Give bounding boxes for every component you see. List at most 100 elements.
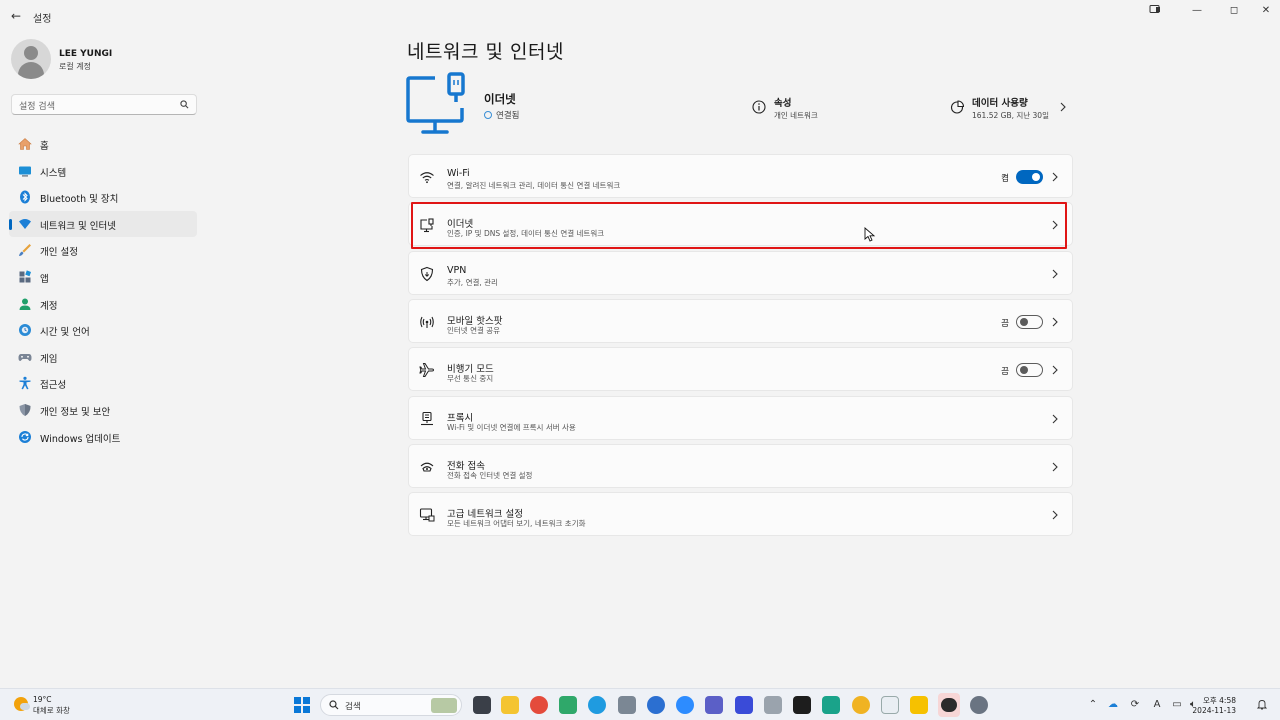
weather-sun-icon[interactable] (14, 697, 30, 711)
network-tray-icon[interactable]: ▭ (1171, 699, 1183, 711)
card-ethernet[interactable]: 이더넷 인증, IP 및 DNS 설정, 데이터 통신 연결 네트워크 (408, 202, 1073, 246)
page-title: 네트워크 및 인터넷 (407, 41, 564, 63)
sidebar-item-label: 시스템 (40, 167, 67, 179)
sidebar-item-windows-update[interactable]: Windows 업데이트 (9, 424, 197, 451)
minimize-button[interactable]: — (1187, 4, 1207, 18)
sidebar-item-label: 네트워크 및 인터넷 (40, 220, 116, 232)
advanced-network-icon (419, 508, 435, 522)
zoom-icon[interactable] (676, 696, 694, 714)
chevron-right-icon (1052, 220, 1058, 230)
search-icon (329, 700, 339, 710)
sidebar-item-apps[interactable]: 앱 (9, 264, 197, 291)
search-highlight-image (431, 698, 457, 713)
sidebar-item-label: 시간 및 언어 (40, 327, 90, 339)
card-advanced-network[interactable]: 고급 네트워크 설정 모든 네트워크 어댑터 보기, 네트워크 초기화 (408, 492, 1073, 536)
sidebar-item-bluetooth[interactable]: Bluetooth 및 장치 (9, 184, 197, 211)
app-icon[interactable] (910, 696, 928, 714)
clock-time[interactable]: 오후 4:58 (1203, 695, 1236, 706)
chevron-up-icon[interactable]: ⌃ (1087, 699, 1099, 711)
weather-description[interactable]: 대체로 화창 (33, 705, 70, 716)
sidebar-item-label: 개인 정보 및 보안 (40, 406, 111, 418)
settings-gear-icon[interactable] (970, 696, 988, 714)
toggle-state-label: 끔 (1001, 319, 1009, 329)
apps-icon (19, 270, 32, 283)
chrome-icon[interactable] (530, 696, 548, 714)
data-usage-link[interactable]: 데이터 사용량 (972, 95, 1028, 109)
card-description: 인증, IP 및 DNS 설정, 데이터 통신 연결 네트워크 (447, 229, 605, 238)
card-description: 전화 접속 인터넷 연결 설정 (447, 471, 533, 480)
bluetooth-icon (20, 190, 30, 204)
connection-name: 이더넷 (484, 92, 516, 106)
sidebar-item-home[interactable]: 홈 (9, 131, 197, 158)
wifi-icon (420, 172, 434, 184)
profile-name: LEE YUNGI (59, 49, 113, 59)
chevron-right-icon (1052, 365, 1058, 375)
airplane-mode-toggle[interactable] (1016, 363, 1043, 377)
weather-temperature[interactable]: 19°C (33, 695, 52, 704)
airplane-icon (419, 363, 435, 377)
app-icon[interactable] (822, 696, 840, 714)
card-title: Wi-Fi (447, 168, 470, 179)
data-usage-subtitle: 161.52 GB, 지난 30일 (972, 111, 1049, 120)
system-icon (19, 166, 31, 177)
app-icon[interactable] (735, 696, 753, 714)
ime-indicator[interactable]: A (1151, 699, 1163, 711)
card-description: 추가, 연결, 관리 (447, 278, 498, 287)
sidebar-item-label: 계정 (40, 300, 58, 312)
notification-bell-icon[interactable] (1257, 699, 1267, 710)
task-view-icon[interactable] (473, 696, 491, 714)
onedrive-icon[interactable]: ☁ (1107, 699, 1119, 711)
notepad-icon[interactable] (559, 696, 577, 714)
chevron-right-icon (1052, 317, 1058, 327)
calendar-icon[interactable] (881, 696, 899, 714)
back-button[interactable]: ← (8, 8, 24, 24)
sidebar-item-gaming[interactable]: 게임 (9, 344, 197, 371)
data-usage-icon[interactable] (950, 100, 964, 114)
card-vpn[interactable]: VPN 추가, 연결, 관리 (408, 251, 1073, 295)
windows-update-icon (19, 430, 31, 443)
taskbar-search[interactable]: 검색 (320, 694, 462, 716)
tablet-mode-icon[interactable] (1145, 4, 1165, 18)
sidebar-item-accessibility[interactable]: 접근성 (9, 370, 197, 397)
properties-link[interactable]: 속성 (774, 95, 791, 109)
teams-icon[interactable] (705, 696, 723, 714)
accounts-icon (19, 298, 31, 310)
sync-icon[interactable]: ⟳ (1129, 699, 1141, 711)
info-icon[interactable] (752, 100, 766, 114)
clock-date[interactable]: 2024-11-13 (1192, 706, 1236, 715)
time-language-icon (19, 324, 31, 337)
toggle-state-label: 켬 (1001, 174, 1009, 184)
card-mobile-hotspot[interactable]: 모바일 핫스팟 인터넷 연결 공유 끔 (408, 299, 1073, 343)
search-input[interactable]: 설정 검색 (11, 94, 197, 115)
start-button[interactable] (294, 697, 310, 713)
sidebar-item-network[interactable]: 네트워크 및 인터넷 (9, 210, 197, 238)
avatar[interactable] (11, 39, 51, 79)
proxy-icon (421, 411, 433, 426)
dialup-icon (420, 462, 434, 472)
sidebar-item-personalization[interactable]: 개인 설정 (9, 237, 197, 264)
home-icon (18, 138, 32, 150)
card-title: VPN (447, 265, 467, 276)
kakaotalk-icon[interactable] (938, 693, 960, 717)
wifi-toggle[interactable] (1016, 170, 1043, 184)
sidebar-item-accounts[interactable]: 계정 (9, 291, 197, 318)
app-icon[interactable] (647, 696, 665, 714)
maximize-button[interactable]: ◻ (1224, 4, 1244, 18)
app-icon[interactable] (764, 696, 782, 714)
hotspot-toggle[interactable] (1016, 315, 1043, 329)
edge-icon[interactable] (588, 696, 606, 714)
card-dial-up[interactable]: 전화 접속 전화 접속 인터넷 연결 설정 (408, 444, 1073, 488)
chevron-right-icon[interactable] (1059, 102, 1067, 112)
app-icon[interactable] (793, 696, 811, 714)
taskbar-search-label: 검색 (345, 702, 361, 712)
card-wifi[interactable]: Wi-Fi 연결, 알려진 네트워크 관리, 데이터 통신 연결 네트워크 켬 (408, 154, 1073, 198)
chrome-icon[interactable] (852, 696, 870, 714)
sidebar-item-system[interactable]: 시스템 (9, 158, 197, 185)
sidebar-item-privacy[interactable]: 개인 정보 및 보안 (9, 397, 197, 424)
card-proxy[interactable]: 프록시 Wi-Fi 및 이더넷 연결에 프록시 서버 사용 (408, 396, 1073, 440)
snipping-tool-icon[interactable] (618, 696, 636, 714)
close-button[interactable]: ✕ (1256, 4, 1276, 18)
file-explorer-icon[interactable] (501, 696, 519, 714)
sidebar-item-time-language[interactable]: 시간 및 언어 (9, 317, 197, 344)
card-airplane-mode[interactable]: 비행기 모드 무선 통신 중지 끔 (408, 347, 1073, 391)
